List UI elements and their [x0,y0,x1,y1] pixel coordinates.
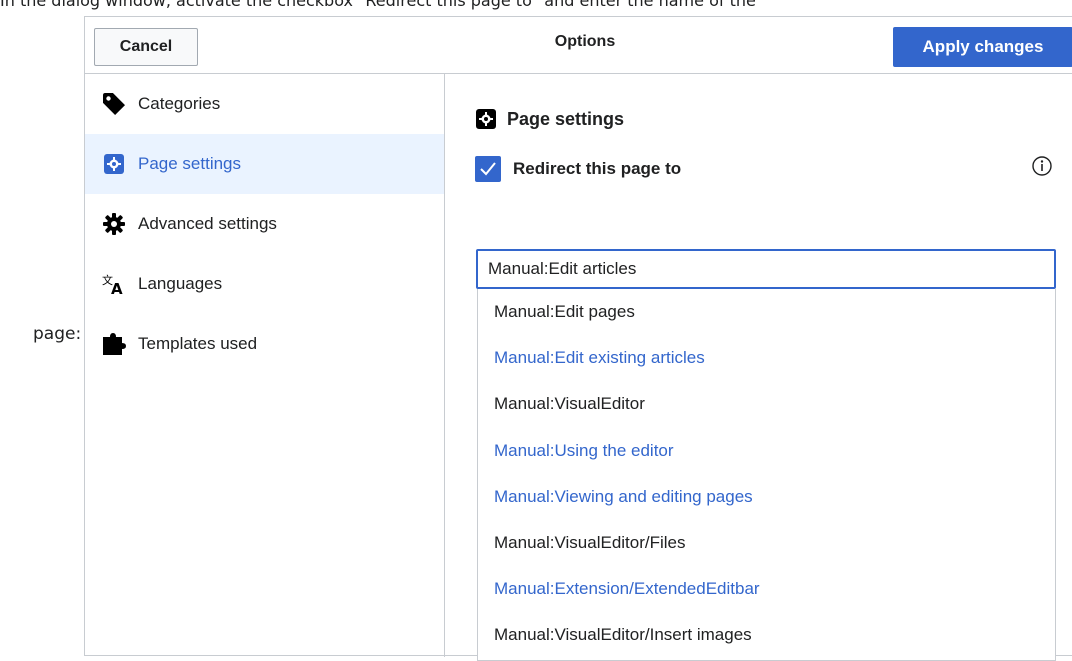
tag-icon [102,92,126,116]
sidebar-item-label: Languages [138,274,223,293]
info-icon[interactable] [1031,155,1053,177]
settings-icon [102,152,126,176]
redirect-row: Redirect this page to [475,154,681,184]
suggestion-item[interactable]: Manual:Edit pages [494,289,635,335]
redirect-target-input[interactable] [476,249,1056,289]
page-title: Page settings [507,108,625,129]
sidebar-item-label: Categories [138,94,221,113]
options-dialog: Cancel Options Apply changes Categories … [84,16,1072,661]
suggestion-item[interactable]: Manual:VisualEditor/Insert images [494,612,752,658]
puzzle-icon [102,332,126,356]
suggestion-item[interactable]: Manual:VisualEditor/Files [494,520,686,566]
redirect-checkbox[interactable] [475,156,501,182]
suggestion-item[interactable]: Manual:Using the editor [494,428,674,474]
page-settings-heading: Page settings [475,105,624,133]
suggestion-item[interactable]: Manual:Viewing and editing pages [494,474,753,520]
apply-changes-button[interactable]: Apply changes [893,27,1072,67]
sidebar-item-label: Page settings [138,154,242,173]
settings-icon [475,108,497,130]
cancel-button[interactable]: Cancel [94,28,198,66]
sidebar-item-label: Advanced settings [138,214,277,233]
language-icon: 文A [102,272,126,296]
suggestion-item[interactable]: Manual:Extension/ExtendedEditbar [494,566,760,612]
sidebar-item-label: Templates used [138,334,258,353]
checkmark-icon [480,162,496,176]
sidebar-item-templates-used[interactable]: Templates used [85,314,444,374]
suggestion-item[interactable]: Manual:VisualEditor [494,381,645,427]
sidebar-item-languages[interactable]: 文A Languages [85,254,444,314]
dialog-title: Options [554,33,616,50]
svg-text:A: A [111,280,123,295]
page-label: page: [33,324,82,344]
suggestions-dropdown: Manual:Edit pages Manual:Edit existing a… [477,289,1056,661]
sidebar-item-categories[interactable]: Categories [85,74,444,134]
dialog-header: Cancel Options Apply changes [85,17,1072,74]
gear-icon [102,212,126,236]
instruction-text: In the dialog window, activate the check… [0,0,756,10]
redirect-label: Redirect this page to [513,159,682,178]
sidebar-item-page-settings[interactable]: Page settings [85,134,444,194]
sidebar: Categories Page settings Advanced settin… [85,74,445,657]
sidebar-item-advanced-settings[interactable]: Advanced settings [85,194,444,254]
suggestion-item[interactable]: Manual:Edit existing articles [494,335,705,381]
